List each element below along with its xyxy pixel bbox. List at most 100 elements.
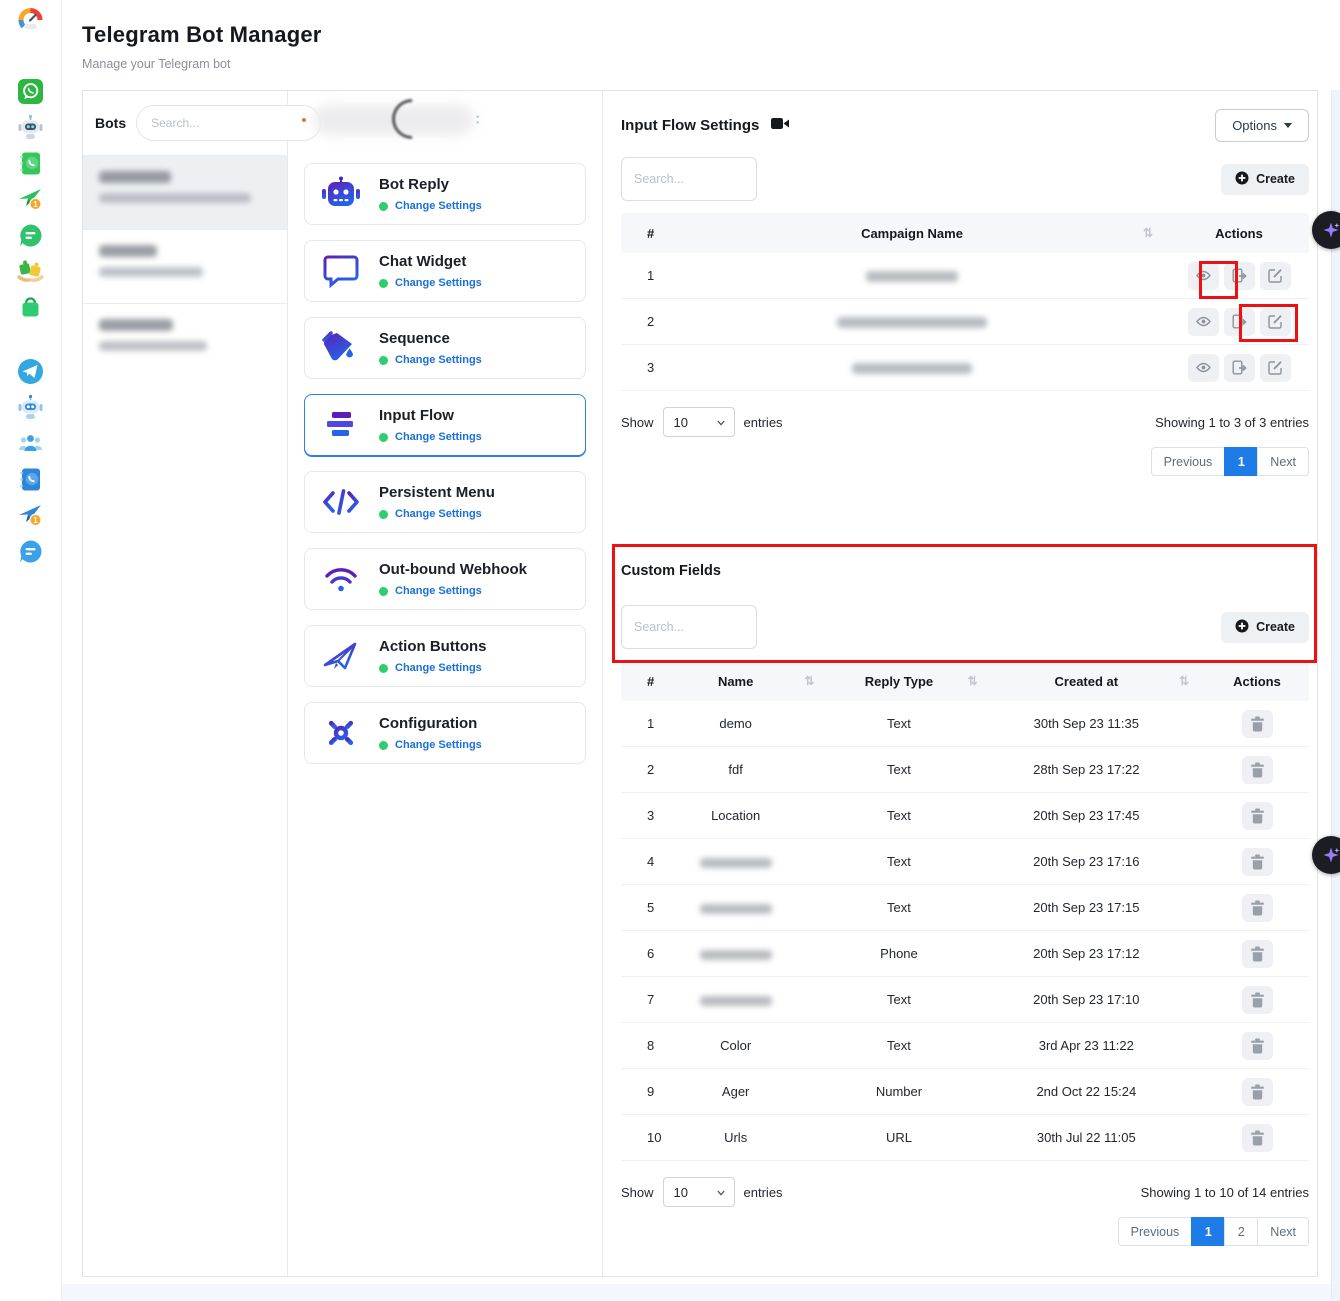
custom-fields-toolbar: Create: [621, 605, 1309, 649]
delete-button[interactable]: [1242, 710, 1273, 738]
card-title: Out-bound Webhook: [379, 561, 527, 578]
chevron-down-icon: [717, 419, 725, 427]
settings-card-action-buttons[interactable]: Action Buttons Change Settings: [304, 625, 586, 687]
svg-text:1: 1: [33, 200, 38, 209]
table-row: 1: [621, 253, 1309, 299]
page-title: Telegram Bot Manager: [82, 22, 1340, 48]
edit-button[interactable]: [1260, 262, 1291, 290]
edit-button[interactable]: [1260, 308, 1291, 336]
settings-card-configuration[interactable]: Configuration Change Settings: [304, 702, 586, 764]
page-button-2[interactable]: 2: [1224, 1217, 1258, 1246]
change-settings-link[interactable]: Change Settings: [395, 354, 482, 366]
status-green-dot: [379, 587, 388, 596]
showing-entries-summary: Showing 1 to 10 of 14 entries: [1141, 1185, 1309, 1200]
change-settings-link[interactable]: Change Settings: [395, 585, 482, 597]
robot-gray-icon[interactable]: [17, 114, 44, 141]
reply-type: Text: [830, 1038, 967, 1053]
redacted-bot-username: [99, 193, 251, 203]
input-flow-search-input[interactable]: [621, 157, 757, 201]
change-settings-link[interactable]: Change Settings: [395, 508, 482, 520]
reply-type: Text: [830, 808, 967, 823]
settings-card-outbound-webhook[interactable]: Out-bound Webhook Change Settings: [304, 548, 586, 610]
row-number: 1: [621, 716, 667, 731]
bot-list-item[interactable]: [83, 303, 287, 377]
custom-fields-table: # Name ⇅ Reply Type ⇅ Created at ⇅ Actio…: [621, 661, 1309, 1161]
blue-paper-plane-coin-icon[interactable]: 1: [17, 502, 44, 529]
page-button-1[interactable]: 1: [1191, 1217, 1225, 1246]
blue-people-icon[interactable]: [17, 430, 44, 457]
settings-card-persistent-menu[interactable]: Persistent Menu Change Settings: [304, 471, 586, 533]
card-title: Persistent Menu: [379, 484, 495, 501]
settings-card-bot-reply[interactable]: Bot Reply Change Settings: [304, 163, 586, 225]
delete-button[interactable]: [1242, 1078, 1273, 1106]
delete-button[interactable]: [1242, 1032, 1273, 1060]
view-button[interactable]: [1188, 354, 1219, 382]
page-button-1[interactable]: 1: [1224, 447, 1258, 476]
bot-list-item[interactable]: [83, 155, 287, 229]
blue-contact-book-icon[interactable]: [17, 466, 44, 493]
page-size-select[interactable]: 10: [663, 407, 735, 437]
delete-button[interactable]: [1242, 1124, 1273, 1152]
speedometer-icon[interactable]: [17, 7, 44, 34]
blue-robot-icon[interactable]: [17, 394, 44, 421]
custom-fields-search-input[interactable]: [621, 605, 757, 649]
sequence-icon: [321, 330, 361, 366]
settings-card-chat-widget[interactable]: Chat Widget Change Settings: [304, 240, 586, 302]
settings-card-input-flow[interactable]: Input Flow Change Settings: [304, 394, 586, 456]
change-settings-link[interactable]: Change Settings: [395, 200, 482, 212]
card-title: Bot Reply: [379, 176, 449, 193]
green-contact-book-icon[interactable]: [17, 150, 44, 177]
next-page-button[interactable]: Next: [1257, 447, 1309, 476]
redacted-bot-name: [99, 319, 173, 331]
edit-button[interactable]: [1260, 354, 1291, 382]
chat-widget-icon: [321, 253, 361, 289]
delete-button[interactable]: [1242, 802, 1273, 830]
bot-list-item[interactable]: [83, 229, 287, 303]
table-row: 8ColorText3rd Apr 23 11:22: [621, 1023, 1309, 1069]
delete-button[interactable]: [1242, 756, 1273, 784]
input-flow-table: # Campaign Name ⇅ Actions 1: [621, 213, 1309, 391]
telegram-icon[interactable]: [17, 358, 44, 385]
sort-icon[interactable]: ⇅: [968, 674, 994, 688]
export-button[interactable]: [1224, 354, 1255, 382]
delete-button[interactable]: [1242, 848, 1273, 876]
green-shopping-bag-icon[interactable]: [17, 294, 44, 321]
input-flow-toolbar: Create: [621, 157, 1309, 201]
settings-card-sequence[interactable]: Sequence Change Settings: [304, 317, 586, 379]
create-custom-field-button[interactable]: Create: [1221, 612, 1309, 643]
export-button[interactable]: [1224, 262, 1255, 290]
blue-chat-bubble-icon[interactable]: [17, 538, 44, 565]
whatsapp-icon[interactable]: [17, 78, 44, 105]
column-num: #: [621, 226, 681, 241]
redacted-field-name: [667, 992, 804, 1007]
next-page-button[interactable]: Next: [1257, 1217, 1309, 1246]
input-flow-icon: [321, 407, 361, 443]
change-settings-link[interactable]: Change Settings: [395, 277, 482, 289]
page-size-select[interactable]: 10: [663, 1177, 735, 1207]
scrollbar-track[interactable]: [1331, 90, 1340, 1301]
settings-panel: : Bot Reply Change Settings: [288, 91, 603, 1276]
delete-button[interactable]: [1242, 940, 1273, 968]
view-button[interactable]: [1188, 308, 1219, 336]
sort-icon[interactable]: ⇅: [1143, 226, 1169, 240]
sort-icon[interactable]: ⇅: [804, 674, 830, 688]
export-button[interactable]: [1224, 308, 1255, 336]
previous-page-button[interactable]: Previous: [1151, 447, 1226, 476]
change-settings-link[interactable]: Change Settings: [395, 662, 482, 674]
green-paper-plane-coin-icon[interactable]: 1: [17, 186, 44, 213]
green-chat-bubble-icon[interactable]: [17, 222, 44, 249]
create-input-flow-button[interactable]: Create: [1221, 164, 1309, 195]
created-at: 20th Sep 23 17:10: [994, 992, 1179, 1007]
change-settings-link[interactable]: Change Settings: [395, 431, 482, 443]
row-number: 5: [621, 900, 667, 915]
delete-button[interactable]: [1242, 986, 1273, 1014]
delete-button[interactable]: [1242, 894, 1273, 922]
puzzle-hands-icon[interactable]: [17, 258, 44, 285]
content-panels: Bots: [82, 90, 1318, 1277]
view-button[interactable]: [1188, 262, 1219, 290]
redacted-campaign-name: [866, 271, 958, 282]
options-button[interactable]: Options: [1215, 109, 1309, 142]
sort-icon[interactable]: ⇅: [1179, 674, 1205, 688]
change-settings-link[interactable]: Change Settings: [395, 739, 482, 751]
previous-page-button[interactable]: Previous: [1118, 1217, 1193, 1246]
